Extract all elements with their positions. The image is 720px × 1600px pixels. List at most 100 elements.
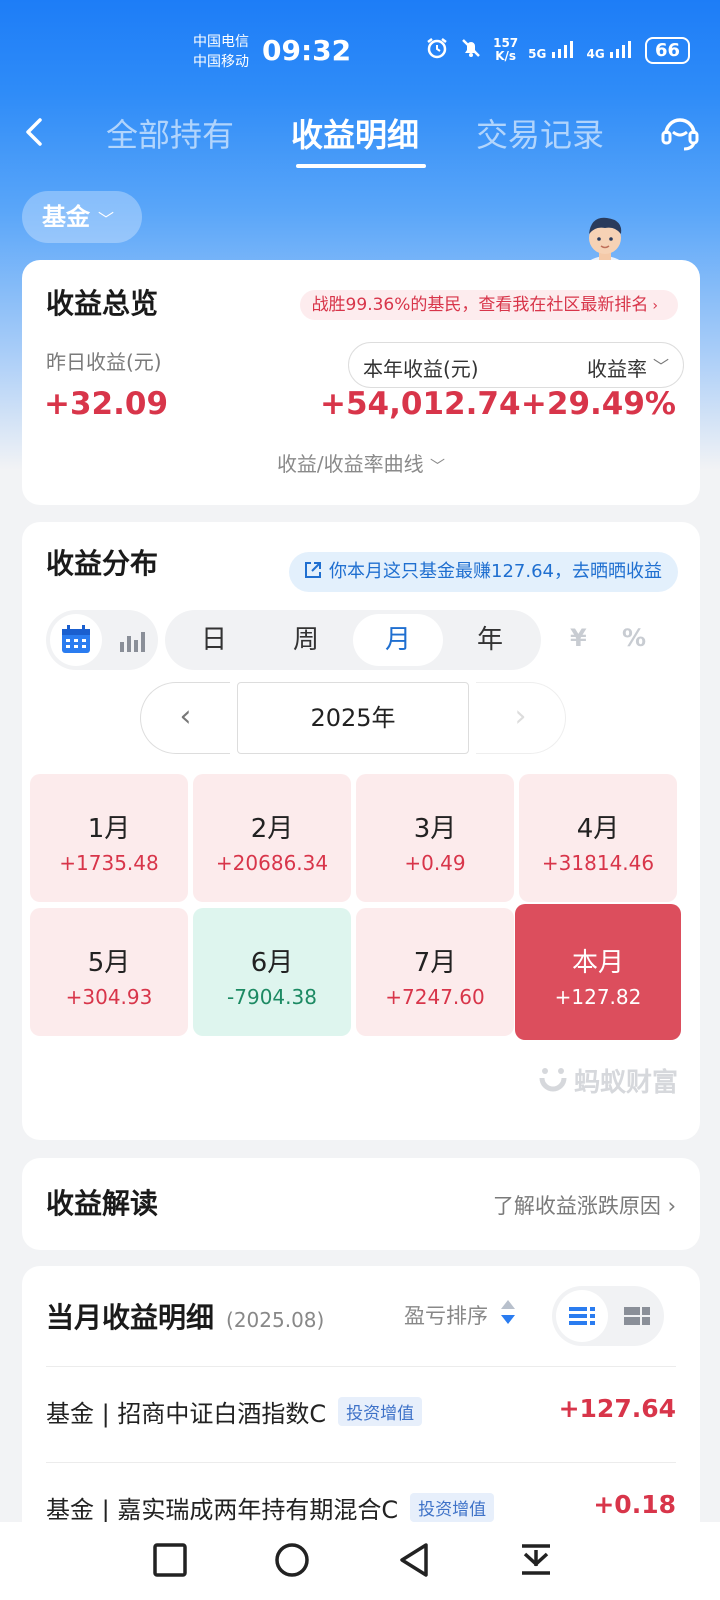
fund-name: 基金 | 招商中证白酒指数C <box>46 1400 327 1428</box>
list-icon <box>569 1307 595 1325</box>
next-year-button[interactable]: › <box>476 682 566 754</box>
divider <box>46 1462 676 1463</box>
unit-percent-button[interactable]: % <box>622 624 646 652</box>
previous-year-button[interactable]: ‹ <box>140 682 230 754</box>
month-label: 5月 <box>87 948 131 978</box>
tab-profit-details[interactable]: 收益明细 <box>291 110 419 156</box>
circle-icon <box>275 1543 309 1577</box>
month-cell-jul[interactable]: 7月 +7247.60 <box>356 908 514 1036</box>
signal-bars-icon <box>609 40 631 58</box>
fund-row[interactable]: 基金 | 招商中证白酒指数C 投资增值 +127.64 <box>46 1382 676 1442</box>
chevron-down-icon: ﹀ <box>430 457 446 475</box>
period-year[interactable]: 年 <box>445 610 535 670</box>
chevron-down-icon: ﹀ <box>98 210 115 229</box>
month-value: +1735.48 <box>59 851 159 875</box>
tab-transactions[interactable]: 交易记录 <box>476 110 604 156</box>
distribution-title: 收益分布 <box>46 547 159 580</box>
share-banner-text: 你本月这只基金最赚127.64，去晒晒收益 <box>329 561 662 582</box>
sort-arrows-icon[interactable] <box>498 1296 518 1328</box>
calendar-view-button[interactable] <box>50 614 102 666</box>
battery-indicator: 66 <box>644 36 690 64</box>
chevron-right-icon: › <box>514 699 527 734</box>
month-value: +127.82 <box>554 985 642 1009</box>
yesterday-profit-value: +32.09 <box>44 386 169 422</box>
month-cell-jan[interactable]: 1月 +1735.48 <box>30 774 188 902</box>
period-day[interactable]: 日 <box>169 610 259 670</box>
customer-service-icon[interactable] <box>658 110 702 154</box>
period-month[interactable]: 月 <box>353 614 443 666</box>
asset-filter-dropdown[interactable]: 基金 ﹀ <box>22 191 142 243</box>
period-week[interactable]: 周 <box>261 610 351 670</box>
chart-view-button[interactable] <box>106 614 158 666</box>
home-button[interactable] <box>272 1540 312 1580</box>
share-icon <box>305 562 322 578</box>
month-value: +31814.46 <box>541 851 655 875</box>
alarm-icon <box>425 36 449 64</box>
month-label: 4月 <box>576 814 620 844</box>
notification-pulldown-button[interactable] <box>516 1540 556 1580</box>
system-back-button[interactable] <box>394 1540 434 1580</box>
network-4g-label: 4G <box>586 46 605 61</box>
fund-name-wrap: 基金 | 招商中证白酒指数C 投资增值 <box>46 1394 423 1429</box>
detail-period: (2025.08) <box>226 1308 325 1332</box>
year-profit-value: +54,012.74 <box>320 386 521 422</box>
chevron-right-icon: › <box>652 298 658 314</box>
yesterday-profit-label: 昨日收益(元) <box>46 350 162 374</box>
signal-bars-icon <box>551 40 573 58</box>
interpretation-link-text: 了解收益涨跌原因 <box>492 1194 661 1218</box>
month-label: 7月 <box>413 948 457 978</box>
month-value: +0.49 <box>404 851 466 875</box>
chevron-right-icon: › <box>667 1194 676 1218</box>
recent-apps-button[interactable] <box>150 1540 190 1580</box>
year-profit-label: 本年收益(元) <box>363 357 479 381</box>
chevron-down-icon: ﹀ <box>652 357 669 376</box>
speed-unit: K/s <box>495 49 517 63</box>
sort-button[interactable]: 盈亏排序 <box>404 1300 488 1330</box>
square-icon <box>153 1543 187 1577</box>
active-tab-indicator <box>296 164 426 168</box>
month-cell-apr[interactable]: 4月 +31814.46 <box>519 774 677 902</box>
month-cell-jun[interactable]: 6月 -7904.38 <box>193 908 351 1036</box>
month-label: 6月 <box>250 948 294 978</box>
triangle-back-icon <box>400 1543 428 1577</box>
signal-4g: 4G <box>587 40 635 61</box>
carrier-1: 中国电信 <box>193 34 249 50</box>
rank-banner[interactable]: 战胜99.36%的基民，查看我在社区最新排名 › <box>299 290 678 320</box>
month-label: 本月 <box>571 948 624 978</box>
fund-name: 基金 | 嘉实瑞成两年持有期混合C <box>46 1496 399 1524</box>
interpretation-link[interactable]: 了解收益涨跌原因 › <box>493 1190 676 1220</box>
layout-toggle <box>552 1286 664 1346</box>
fund-tag: 投资增值 <box>338 1397 423 1426</box>
share-profit-banner[interactable]: 你本月这只基金最赚127.64，去晒晒收益 <box>289 552 678 592</box>
overview-title: 收益总览 <box>46 287 159 320</box>
profit-interpretation-card[interactable]: 收益解读 了解收益涨跌原因 › <box>22 1158 700 1250</box>
list-layout-button[interactable] <box>556 1290 608 1342</box>
pulldown-icon <box>522 1544 550 1575</box>
back-icon[interactable] <box>20 112 50 152</box>
divider <box>46 1366 676 1367</box>
month-label: 1月 <box>87 814 131 844</box>
month-label: 2月 <box>250 814 294 844</box>
profit-rate-label: 收益率 <box>587 357 647 381</box>
month-label: 3月 <box>413 814 457 844</box>
year-profit-selector[interactable]: 本年收益(元) 收益率 ﹀ <box>348 342 684 388</box>
fund-name-wrap: 基金 | 嘉实瑞成两年持有期混合C 投资增值 <box>46 1490 495 1525</box>
month-cell-current[interactable]: 本月 +127.82 <box>515 904 681 1040</box>
detail-title: 当月收益明细 <box>46 1301 215 1334</box>
month-cell-feb[interactable]: 2月 +20686.34 <box>193 774 351 902</box>
curve-toggle-label: 收益/收益率曲线 <box>276 452 424 476</box>
unit-amount-button[interactable]: ¥ <box>570 624 587 652</box>
curve-toggle[interactable]: 收益/收益率曲线 ﹀ <box>22 448 700 477</box>
tab-all-holdings[interactable]: 全部持有 <box>106 110 234 156</box>
brand-watermark: 蚂蚁财富 <box>536 1062 678 1099</box>
signal-5g: 5G <box>528 40 576 61</box>
month-cell-may[interactable]: 5月 +304.93 <box>30 908 188 1036</box>
month-value: +20686.34 <box>215 851 329 875</box>
card-layout-button[interactable] <box>612 1290 664 1342</box>
rank-banner-text: 战胜99.36%的基民，查看我在社区最新排名 <box>311 295 649 315</box>
network-speed: 157 K/s <box>493 37 518 63</box>
month-cell-mar[interactable]: 3月 +0.49 <box>356 774 514 902</box>
month-value: -7904.38 <box>227 985 317 1009</box>
view-mode-toggle <box>46 610 158 670</box>
chevron-left-icon: ‹ <box>179 699 192 734</box>
